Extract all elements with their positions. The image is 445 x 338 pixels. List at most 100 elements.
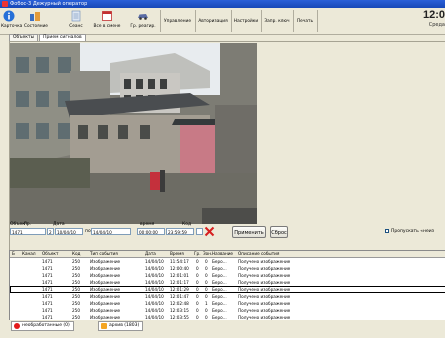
- cancel-icon: [204, 226, 215, 237]
- column-header[interactable]: Время: [170, 251, 184, 257]
- response-group-button-label: Гр. реагир.: [130, 24, 156, 29]
- table-cell: 12:01:47: [170, 294, 189, 299]
- date-label: Дата: [53, 222, 65, 227]
- tab-objects[interactable]: Объекты: [9, 34, 39, 41]
- reset-button[interactable]: Сброс: [270, 226, 288, 238]
- table-cell: Получено изображение: [238, 294, 291, 299]
- table-cell: Беро...: [212, 308, 227, 313]
- table-cell: 0: [205, 273, 208, 278]
- print-button-label: Печать: [296, 19, 314, 24]
- table-cell: Изображение: [90, 266, 121, 271]
- table-cell: Беро...: [212, 259, 227, 264]
- time-from-input[interactable]: 00:00:00: [137, 228, 165, 235]
- table-cell: Изображение: [90, 280, 121, 285]
- state-icon: [30, 12, 40, 21]
- settings-button-label: Настройки: [233, 19, 259, 24]
- archive-icon: [101, 323, 107, 329]
- apply-button[interactable]: Применить: [232, 226, 266, 238]
- unprocessed-tab-label: необработанные (0): [22, 323, 70, 328]
- table-cell: Беро...: [212, 294, 227, 299]
- table-cell: 0: [196, 301, 199, 306]
- column-header[interactable]: Дата: [145, 251, 156, 257]
- all-in-shift-button[interactable]: Все в смене: [91, 9, 123, 33]
- session-button[interactable]: Сеанс: [68, 9, 84, 33]
- table-cell: Получено изображение: [238, 308, 291, 313]
- key-request-button[interactable]: Запр. ключ: [262, 9, 292, 33]
- skip-checkbox-label: Пропускать «неиз: [391, 229, 435, 234]
- table-cell: 0: [205, 259, 208, 264]
- skip-checkbox[interactable]: [385, 229, 389, 233]
- table-cell: 250: [72, 280, 80, 285]
- control-button[interactable]: Управление: [161, 9, 194, 33]
- table-cell: 1471: [42, 259, 53, 264]
- response-group-button[interactable]: Гр. реагир.: [127, 9, 159, 33]
- settings-button[interactable]: Настройки: [232, 9, 260, 33]
- table-cell: 12:01:01: [170, 273, 189, 278]
- table-cell: Изображение: [90, 259, 121, 264]
- table-row[interactable]: 1471 250 Изображение 14/04/10 12:01:01 0 0 Беро…: [10, 272, 445, 279]
- table-row[interactable]: 1471 250 Изображение 14/04/10 12:00:40 0 0 Беро…: [10, 265, 445, 272]
- archive-tab-label: архив (1803): [109, 323, 140, 328]
- table-cell: 1471: [42, 294, 53, 299]
- column-header[interactable]: Код: [72, 251, 80, 257]
- column-header[interactable]: Объект: [42, 251, 58, 257]
- time-to-input[interactable]: 23:59:59: [166, 228, 194, 235]
- table-cell: 0: [196, 308, 199, 313]
- table-cell: 0: [205, 266, 208, 271]
- unprocessed-tab[interactable]: необработанные (0): [11, 321, 74, 331]
- shift-icon: [102, 11, 112, 21]
- table-row[interactable]: 1471 250 Изображение 14/04/10 11:54:17 0 0 Беро…: [10, 258, 445, 265]
- table-cell: 14/04/10: [145, 273, 164, 278]
- table-cell: Изображение: [90, 294, 121, 299]
- table-cell: 250: [72, 266, 80, 271]
- object-input[interactable]: 1471: [10, 228, 46, 235]
- table-cell: 0: [196, 273, 199, 278]
- state-button[interactable]: Состояние: [24, 9, 48, 33]
- table-cell: 250: [72, 273, 80, 278]
- authorization-button[interactable]: Авторизация: [196, 9, 230, 33]
- window-titlebar: Фобос-3 Дежурный оператор: [0, 0, 445, 8]
- code-input[interactable]: [196, 228, 203, 235]
- column-header[interactable]: Канал: [22, 251, 36, 257]
- table-cell: 1: [205, 301, 208, 306]
- table-cell: Получено изображение: [238, 280, 291, 285]
- control-button-label: Управление: [164, 19, 191, 24]
- table-row[interactable]: 1471 250 Изображение 14/04/10 12:03:15 0 0 Беро…: [10, 307, 445, 314]
- table-cell: 11:54:17: [170, 259, 189, 264]
- card-button[interactable]: Карточка: [1, 9, 22, 33]
- table-cell: 250: [72, 259, 80, 264]
- print-button[interactable]: Печать: [294, 9, 316, 33]
- table-row[interactable]: 1471 250 Изображение 14/04/10 12:01:29 0 0 Беро…: [10, 286, 445, 293]
- column-header[interactable]: Гр.: [194, 251, 201, 257]
- table-cell: 1471: [42, 287, 53, 292]
- table-cell: Получено изображение: [238, 266, 291, 271]
- table-cell: 1471: [42, 266, 53, 271]
- table-cell: Получено изображение: [238, 287, 291, 292]
- table-cell: 1471: [42, 308, 53, 313]
- table-cell: Изображение: [90, 301, 121, 306]
- tab-signals[interactable]: Прием сигналов: [39, 34, 86, 41]
- table-cell: 12:00:40: [170, 266, 189, 271]
- date-to-input[interactable]: 14/04/10: [91, 228, 131, 235]
- table-row[interactable]: 1471 250 Изображение 14/04/10 12:02:48 0 1 Беро…: [10, 300, 445, 307]
- group-input[interactable]: 2: [47, 228, 54, 235]
- column-header[interactable]: Название: [212, 251, 233, 257]
- clear-filter-button[interactable]: [204, 226, 215, 237]
- toolbar-separator: [317, 10, 318, 32]
- column-header[interactable]: Зон.: [203, 251, 212, 257]
- table-cell: 14/04/10: [145, 294, 164, 299]
- events-table: Б Канал Объект Код Тип события Дата Врем…: [9, 250, 445, 322]
- archive-tab[interactable]: архив (1803): [98, 321, 144, 331]
- date-to-label: по: [85, 229, 91, 234]
- table-cell: 0: [196, 259, 199, 264]
- table-cell: 1471: [42, 280, 53, 285]
- table-row[interactable]: 1471 250 Изображение 14/04/10 12:01:17 0 0 Беро…: [10, 279, 445, 286]
- column-header[interactable]: Б: [12, 251, 15, 257]
- column-header[interactable]: Описание события: [238, 251, 279, 257]
- column-header[interactable]: Тип события: [90, 251, 118, 257]
- table-row[interactable]: 1471 250 Изображение 14/04/10 12:01:47 0 0 Беро…: [10, 293, 445, 300]
- date-from-input[interactable]: 10/04/10: [55, 228, 83, 235]
- all-in-shift-button-label: Все в смене: [93, 24, 121, 29]
- camera-image: [10, 43, 257, 224]
- session-button-label: Сеанс: [69, 24, 83, 29]
